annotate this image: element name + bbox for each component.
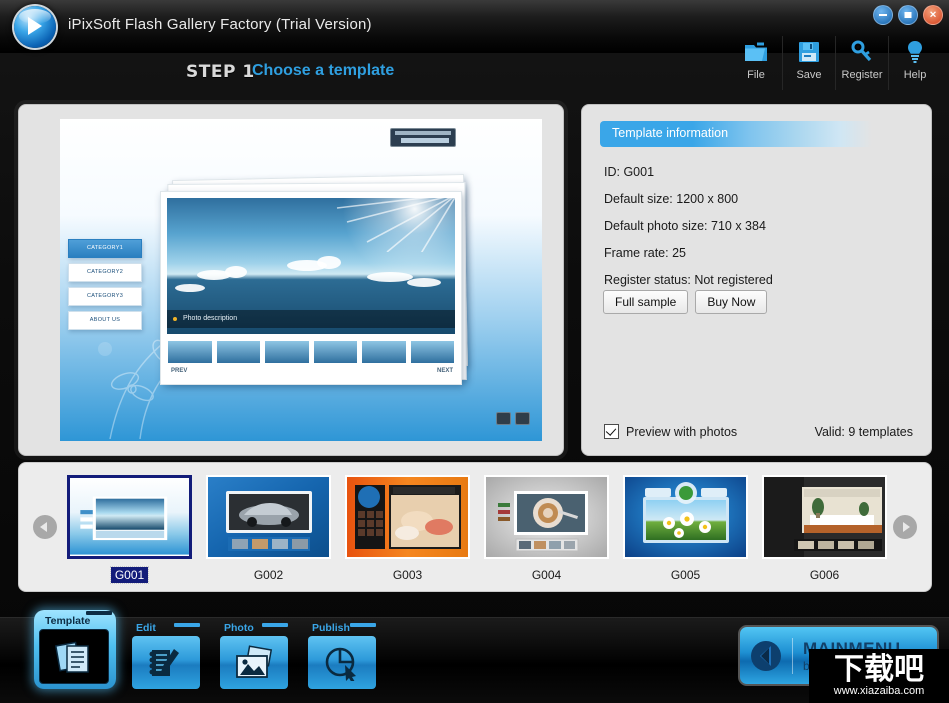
template-thumb-label: G005 [670,568,701,582]
template-thumb-g006[interactable]: G006 [762,475,887,584]
template-thumb-image [623,475,748,559]
preview-prev-button[interactable]: PREV [171,368,187,374]
site-watermark: 下载吧 www.xiazaiba.com [809,649,949,703]
template-thumb-g005[interactable]: G005 [623,475,748,584]
template-thumb-label: G001 [109,566,150,584]
key-icon [836,36,888,68]
step-nav-dash [262,623,288,627]
toolbar: File Save Register Help [730,36,941,90]
help-label: Help [903,69,927,81]
template-thumb-image [345,475,470,559]
buy-now-button[interactable]: Buy Now [695,290,768,314]
target-cursor-icon [308,636,376,689]
help-button[interactable]: Help [889,36,941,90]
window-controls: ✕ [873,5,943,25]
step-number: STEP 1 [186,62,255,82]
template-preview-panel: Photo description PREV NEXT CATEGORY1 CA… [18,104,564,456]
preview-with-photos-label: Preview with photos [626,424,738,439]
template-thumbnail-list: G001 G002 G003 G004 G005 G006 [67,475,887,584]
preview-next-button[interactable]: NEXT [437,368,453,374]
close-icon[interactable]: ✕ [923,5,943,25]
template-thumb-label: G004 [531,568,562,582]
register-button[interactable]: Register [836,36,889,90]
preview-player-controls [496,412,530,425]
folder-icon [730,36,782,68]
info-row-id: ID: G001 [604,165,655,179]
lightbulb-icon [889,36,941,68]
template-thumb-g003[interactable]: G003 [345,475,470,584]
step-nav-template[interactable]: Template [34,610,116,689]
maximize-icon[interactable] [898,5,918,25]
preview-with-photos-checkbox[interactable]: Preview with photos [604,424,737,439]
save-label: Save [796,69,822,81]
preview-category-4[interactable]: ABOUT US [68,311,142,330]
full-sample-button[interactable]: Full sample [603,290,689,314]
info-panel-heading-label: Template information [612,126,729,140]
preview-category-list: CATEGORY1 CATEGORY2 CATEGORY3 ABOUT US [68,239,142,335]
watermark-cn-text: 下载吧 [834,651,924,687]
template-preview-stage[interactable]: Photo description PREV NEXT CATEGORY1 CA… [60,119,542,441]
chevron-right-icon[interactable] [893,515,917,539]
minimize-icon[interactable] [873,5,893,25]
step-nav-dash [350,623,376,627]
template-thumb-image [762,475,887,559]
template-information-panel: Template information ID: G001 Default si… [581,104,932,456]
documents-icon [39,629,109,684]
info-row-default-photo-size: Default photo size: 710 x 384 [604,219,766,233]
pause-icon[interactable] [515,412,530,425]
template-thumb-g001[interactable]: G001 [67,475,192,584]
info-panel-buttons: Full sample Buy Now [603,290,768,314]
step-nav-photo[interactable]: Photo [220,622,292,689]
preview-category-1[interactable]: CATEGORY1 [68,239,142,258]
template-strip: G001 G002 G003 G004 G005 G006 [18,462,932,592]
back-arrow-icon [740,639,792,673]
file-label: File [747,69,765,81]
step-title: Choose a template [252,62,395,79]
template-thumb-image [67,475,192,559]
photos-icon [220,636,288,689]
valid-templates-text: Valid: 9 templates [814,424,913,439]
template-thumb-label: G002 [253,568,284,582]
chevron-left-icon[interactable] [33,515,57,539]
step-nav-template-label: Template [45,615,91,627]
template-thumb-label: G006 [809,568,840,582]
watermark-url: www.xiazaiba.com [833,684,925,697]
info-row-frame-rate: Frame rate: 25 [604,246,686,260]
step-nav-edit[interactable]: Edit [132,622,204,689]
preview-thumbnail-row[interactable] [167,340,455,364]
application-window: iPixSoft Flash Gallery Factory (Trial Ve… [0,0,949,703]
template-thumb-g002[interactable]: G002 [206,475,331,584]
template-watermark-badge [390,128,456,147]
save-button[interactable]: Save [783,36,836,90]
step-nav-dash [174,623,200,627]
info-row-register-status: Register status: Not registered [604,273,773,287]
play-circle-icon [14,6,56,48]
photo-description: Photo description [167,310,455,328]
info-row-default-size: Default size: 1200 x 800 [604,192,739,206]
window-title: iPixSoft Flash Gallery Factory (Trial Ve… [68,16,372,33]
floppy-disk-icon [783,36,835,68]
template-thumb-image [484,475,609,559]
info-panel-rows: ID: G001 Default size: 1200 x 800 Defaul… [604,165,773,300]
template-thumb-label: G003 [392,568,423,582]
sound-icon[interactable] [496,412,511,425]
info-panel-heading: Template information [600,121,872,147]
step-nav-publish[interactable]: Publish [308,622,380,689]
template-thumb-image [206,475,331,559]
file-button[interactable]: File [730,36,783,90]
preview-category-2[interactable]: CATEGORY2 [68,263,142,282]
notebook-pencil-icon [132,636,200,689]
template-card-stack: Photo description PREV NEXT [160,171,470,386]
step-nav-list: Template Edit Photo Publish [34,610,380,689]
step-nav-dash [86,611,112,615]
register-label: Register [841,69,883,81]
template-thumb-g004[interactable]: G004 [484,475,609,584]
preview-category-3[interactable]: CATEGORY3 [68,287,142,306]
checkbox-checked-icon [604,424,619,439]
info-panel-footer: Preview with photos Valid: 9 templates [604,424,913,439]
